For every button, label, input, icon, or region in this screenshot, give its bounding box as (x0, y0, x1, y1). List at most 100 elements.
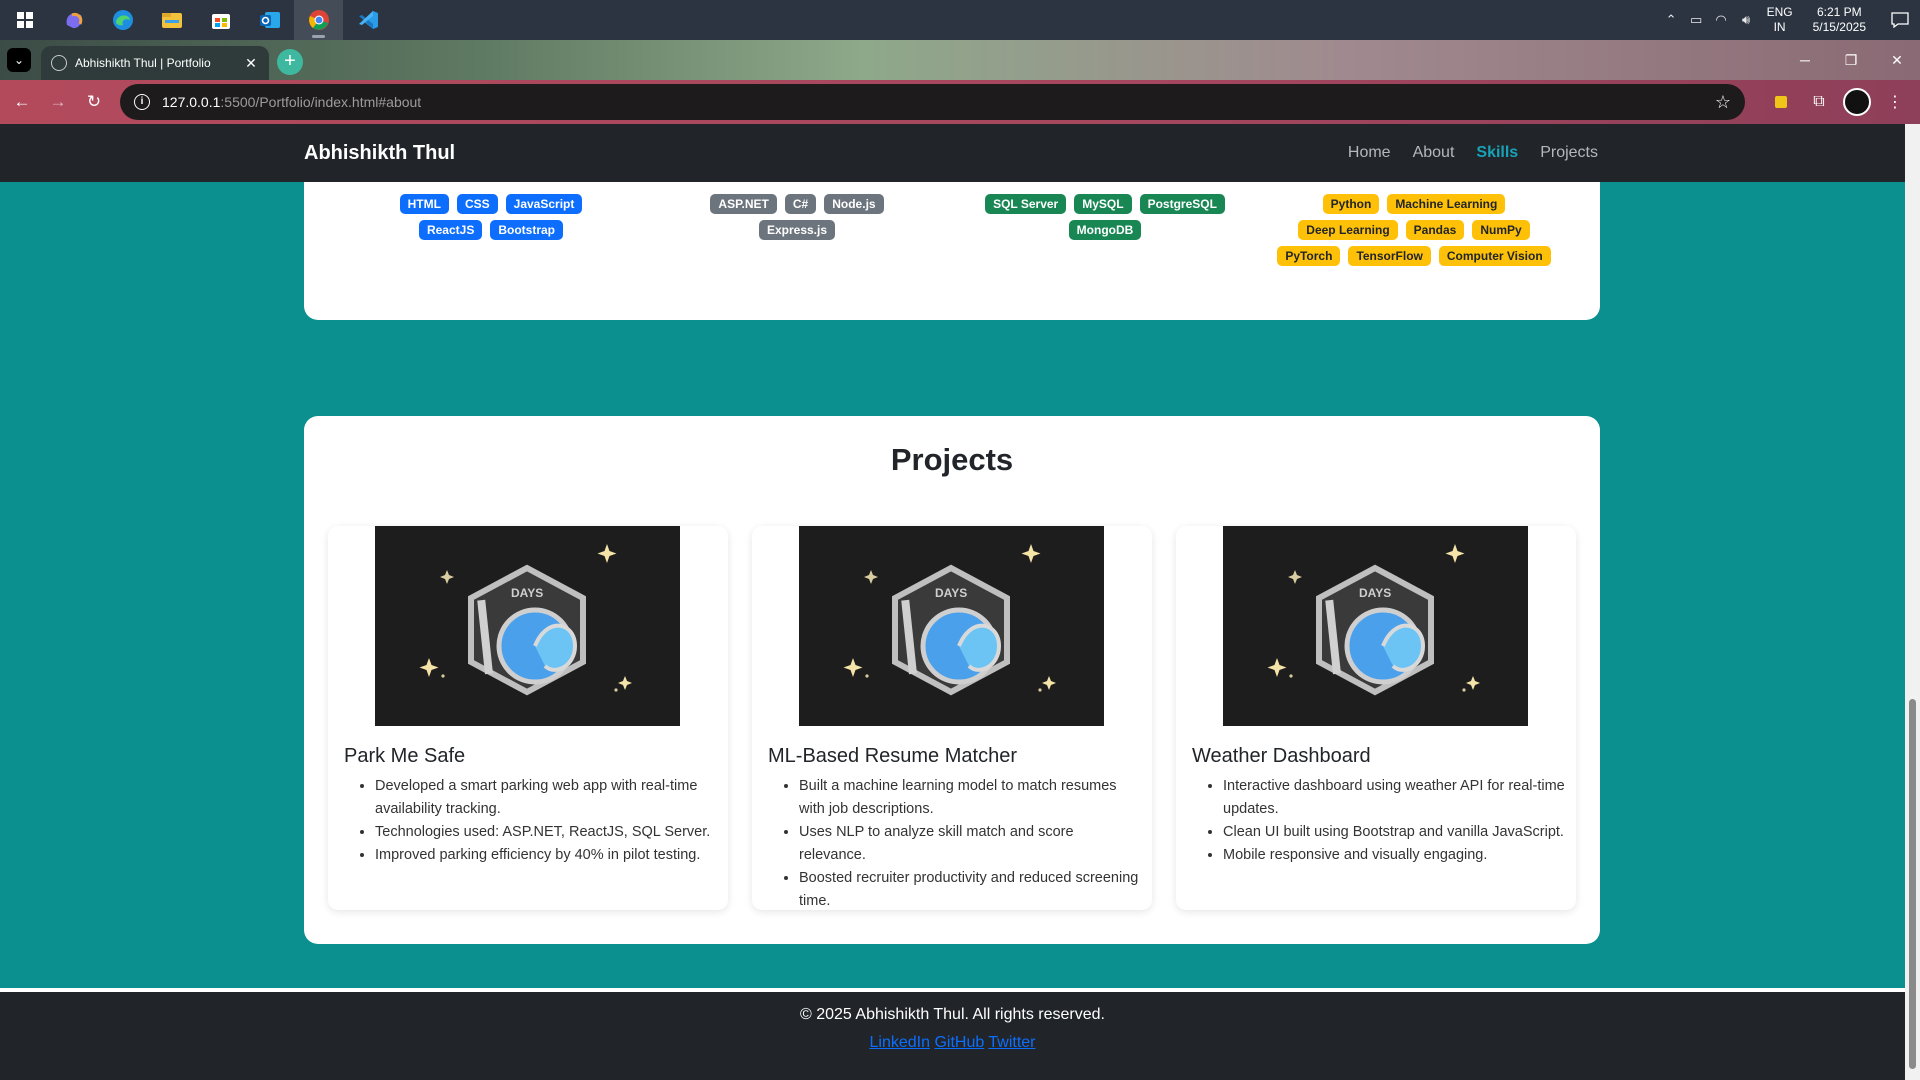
project-card-weather-dashboard: DAYS 1 Weather Dashboard Interactive das… (1176, 526, 1576, 910)
profile-button[interactable] (1840, 85, 1874, 119)
skill-badge: Deep Learning (1298, 220, 1398, 240)
address-bar[interactable]: i 127.0.0.1:5500/Portfolio/index.html#ab… (120, 84, 1745, 120)
project-image: DAYS 1 (375, 526, 680, 726)
tab-portfolio[interactable]: Abhishikth Thul | Portfolio ✕ (41, 46, 269, 80)
start-button[interactable] (0, 0, 49, 40)
wifi-icon[interactable]: ◠ (1709, 12, 1734, 28)
footer-copyright: © 2025 Abhishikth Thul. All rights reser… (800, 1006, 1105, 1023)
project-title: ML-Based Resume Matcher (768, 745, 1017, 767)
restore-button[interactable]: ❐ (1828, 40, 1874, 80)
project-image: DAYS 1 (799, 526, 1104, 726)
language-indicator[interactable]: ENG IN (1767, 5, 1793, 35)
clock[interactable]: 6:21 PM 5/15/2025 (1813, 5, 1866, 35)
puzzle-icon: ⧉ (1813, 93, 1825, 110)
taskbar-chrome[interactable] (294, 0, 343, 40)
taskbar-edge[interactable] (98, 0, 147, 40)
project-point: Technologies used: ASP.NET, ReactJS, SQL… (375, 821, 719, 844)
system-tray: ⌃ ▭ ◠ 🔊︎ ENG IN 6:21 PM 5/15/2025 (1659, 0, 1920, 40)
tab-title: Abhishikth Thul | Portfolio (75, 56, 211, 70)
taskbar-vscode[interactable] (343, 0, 392, 40)
skill-group-database: SQL Server MySQL PostgreSQL MongoDB (980, 194, 1230, 240)
project-image-label: DAYS (935, 586, 968, 600)
nav-skills[interactable]: Skills (1476, 144, 1518, 162)
chrome-icon (308, 10, 329, 30)
skill-group-frontend: HTML CSS JavaScript ReactJS Bootstrap (366, 194, 616, 240)
close-tab-icon[interactable]: ✕ (243, 55, 259, 72)
avatar (1843, 88, 1871, 116)
edge-icon (112, 10, 133, 30)
page-viewport: Abhishikth Thul Home About Skills Projec… (0, 124, 1920, 1080)
clock-time: 6:21 PM (1816, 5, 1862, 19)
site-brand[interactable]: Abhishikth Thul (304, 124, 455, 182)
nav-projects[interactable]: Projects (1540, 144, 1598, 162)
store-icon (211, 14, 230, 29)
project-point: Mobile responsive and visually engaging. (1223, 844, 1567, 867)
region-code: IN (1773, 20, 1786, 34)
taskbar-store[interactable] (196, 0, 245, 40)
project-title: Weather Dashboard (1192, 745, 1371, 767)
minimize-button[interactable]: ─ (1782, 40, 1828, 80)
extensions-menu-button[interactable]: ⧉ (1802, 85, 1836, 119)
tab-search-button[interactable]: ⌄ (7, 48, 31, 72)
vscode-icon (358, 11, 378, 29)
reload-icon: ↻ (86, 92, 102, 111)
extension-button[interactable] (1764, 85, 1798, 119)
browser-toolbar: ← → ↻ i 127.0.0.1:5500/Portfolio/index.h… (0, 80, 1920, 124)
skill-badge: MongoDB (1068, 220, 1142, 240)
volume-icon[interactable]: 🔊︎ (1734, 12, 1759, 28)
project-points: Built a machine learning model to match … (783, 775, 1143, 913)
close-window-button[interactable]: ✕ (1874, 40, 1920, 80)
footer-link-twitter[interactable]: Twitter (988, 1034, 1035, 1051)
chevron-up-icon[interactable]: ⌃ (1659, 12, 1684, 28)
nav-about[interactable]: About (1413, 144, 1455, 162)
back-button[interactable]: ← (4, 84, 40, 120)
skill-badge: CSS (456, 194, 498, 214)
taskbar-apps (0, 0, 392, 40)
site-footer: © 2025 Abhishikth Thul. All rights reser… (0, 992, 1905, 1080)
project-point: Built a machine learning model to match … (799, 775, 1143, 821)
kebab-menu-icon: ⋮ (1887, 94, 1903, 111)
taskbar-copilot[interactable] (49, 0, 98, 40)
windows-taskbar: ⌃ ▭ ◠ 🔊︎ ENG IN 6:21 PM 5/15/2025 (0, 0, 1920, 40)
project-point: Boosted recruiter productivity and reduc… (799, 867, 1143, 913)
outlook-icon (259, 12, 280, 28)
skill-badge: PyTorch (1277, 246, 1341, 266)
nav-home[interactable]: Home (1348, 144, 1391, 162)
skill-badge: SQL Server (985, 194, 1067, 214)
bookmark-star-icon[interactable]: ☆ (1715, 92, 1731, 113)
project-points: Interactive dashboard using weather API … (1207, 775, 1567, 867)
site-info-icon[interactable]: i (134, 94, 150, 110)
project-card-park-me-safe: DAYS 1 Park Me Safe Developed a smart pa… (328, 526, 728, 910)
skill-badge: Computer Vision (1438, 246, 1551, 266)
skill-badge: TensorFlow (1348, 246, 1431, 266)
reload-button[interactable]: ↻ (76, 84, 112, 120)
skill-group-backend: ASP.NET C# Node.js Express.js (672, 194, 922, 240)
browser-menu-button[interactable]: ⋮ (1878, 85, 1912, 119)
new-tab-button[interactable]: + (277, 49, 303, 75)
project-card-resume-matcher: DAYS 1 ML-Based Resume Matcher Built a m… (752, 526, 1152, 910)
taskbar-file-explorer[interactable] (147, 0, 196, 40)
clock-date: 5/15/2025 (1812, 20, 1866, 34)
project-point: Clean UI built using Bootstrap and vanil… (1223, 821, 1567, 844)
projects-heading: Projects (890, 442, 1014, 477)
projects-section: Projects DAYS 1 Park Me Safe (304, 416, 1600, 944)
taskbar-outlook[interactable] (245, 0, 294, 40)
forward-button[interactable]: → (40, 84, 76, 120)
footer-link-github[interactable]: GitHub (934, 1034, 984, 1051)
page-scrollbar[interactable] (1905, 124, 1920, 1080)
notification-icon (1891, 12, 1909, 28)
scrollbar-thumb[interactable] (1909, 699, 1916, 1069)
skills-section: HTML CSS JavaScript ReactJS Bootstrap AS… (304, 182, 1600, 320)
footer-link-linkedin[interactable]: LinkedIn (869, 1034, 930, 1051)
skill-badge: PostgreSQL (1139, 194, 1225, 214)
arrow-right-icon: → (49, 92, 67, 111)
skill-badge: Python (1322, 194, 1380, 214)
footer-links: LinkedIn GitHub Twitter (0, 1034, 1905, 1052)
skill-badge: Bootstrap (490, 220, 564, 240)
notifications-button[interactable] (1880, 0, 1920, 40)
project-title: Park Me Safe (344, 745, 466, 767)
battery-icon[interactable]: ▭ (1684, 12, 1709, 28)
project-point: Interactive dashboard using weather API … (1223, 775, 1567, 821)
skill-badge: C# (784, 194, 817, 214)
skill-badge: ReactJS (418, 220, 483, 240)
